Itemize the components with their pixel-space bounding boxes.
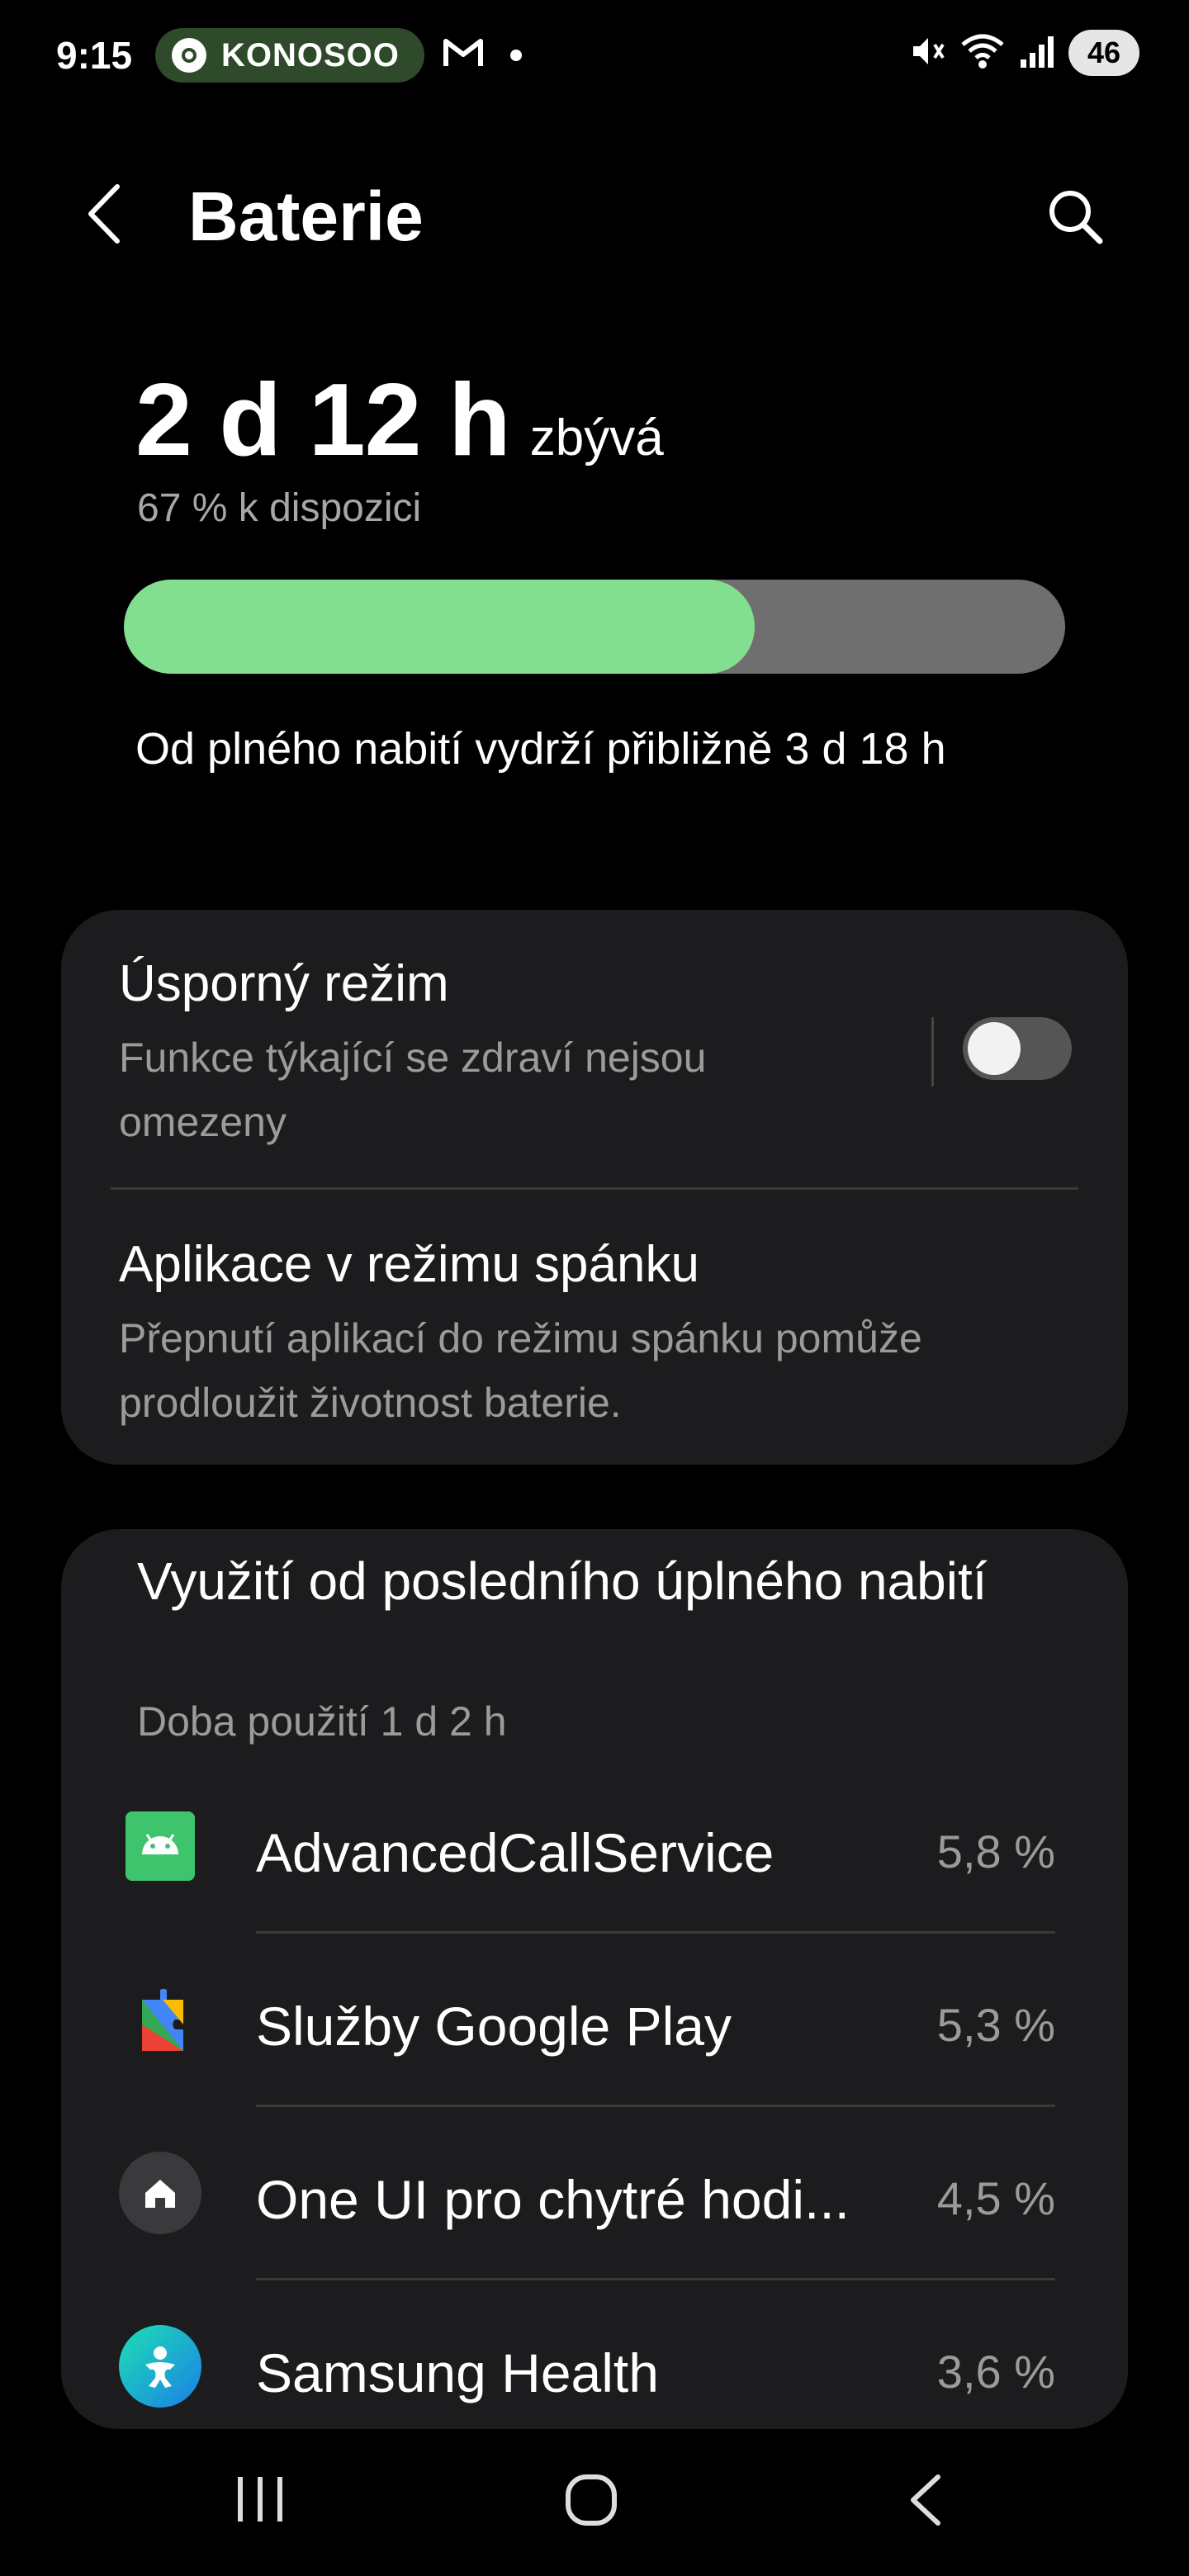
power-saving-toggle[interactable]	[963, 1017, 1072, 1080]
sleeping-apps-title: Aplikace v režimu spánku	[119, 1236, 699, 1293]
app-percent: 4,5 %	[936, 2172, 1055, 2224]
battery-level-bar	[124, 580, 1065, 674]
app-name: Samsung Health	[256, 2342, 659, 2403]
record-icon	[172, 38, 206, 73]
power-saving-title: Úsporný režim	[119, 955, 449, 1012]
recent-apps-button[interactable]	[234, 2475, 286, 2527]
back-button[interactable]	[86, 183, 122, 249]
app-name: Služby Google Play	[256, 1996, 732, 2057]
android-icon	[117, 1803, 203, 1889]
app-name: One UI pro chytré hodi...	[256, 2169, 850, 2230]
app-usage-row[interactable]: AdvancedCallService 5,8 %	[61, 1760, 1128, 1934]
usage-card[interactable]: Využití od posledního úplného nabití Dob…	[61, 1529, 1128, 2429]
nav-back-button[interactable]	[907, 2474, 943, 2531]
wifi-icon	[959, 31, 1006, 75]
app-usage-row[interactable]: Služby Google Play 5,3 %	[61, 1934, 1128, 2107]
app-usage-row[interactable]: One UI pro chytré hodi... 4,5 %	[61, 2107, 1128, 2280]
mute-vibrate-icon	[907, 31, 946, 75]
battery-level-bar-fill	[124, 580, 755, 674]
status-bar: 9:15 KONOSOO 46	[0, 0, 1189, 112]
app-percent: 5,8 %	[936, 1825, 1055, 1878]
app-percent: 3,6 %	[936, 2346, 1055, 2398]
home-icon	[117, 2150, 203, 2236]
gmail-icon	[443, 36, 484, 73]
status-time: 9:15	[56, 34, 133, 77]
power-settings-card: Úsporný režim Funkce týkající se zdraví …	[61, 910, 1128, 1465]
remaining-value: 2 d 12 h	[135, 363, 511, 477]
divider	[111, 1187, 1078, 1190]
full-charge-estimate: Od plného nabití vydrží přibližně 3 d 18…	[135, 724, 946, 774]
more-notifications-dot-icon	[510, 50, 522, 61]
app-name: AdvancedCallService	[256, 1822, 775, 1883]
usage-subtitle: Doba použití 1 d 2 h	[137, 1698, 507, 1745]
battery-available: 67 % k dispozici	[137, 486, 422, 530]
signal-icon	[1019, 31, 1055, 75]
toggle-knob	[968, 1022, 1021, 1075]
navigation-bar	[0, 2444, 1189, 2576]
search-icon[interactable]	[1045, 187, 1105, 250]
notification-pill[interactable]: KONOSOO	[155, 28, 424, 83]
power-saving-subtitle: Funkce týkající se zdraví nejsou omezeny	[119, 1035, 707, 1145]
samsung-health-icon	[117, 2323, 203, 2409]
remaining-label: zbývá	[529, 410, 664, 466]
sleeping-apps-subtitle: Přepnutí aplikací do režimu spánku pomůž…	[119, 1315, 922, 1426]
app-percent: 5,3 %	[936, 1999, 1055, 2051]
page-title: Baterie	[188, 178, 424, 255]
row-divider-vertical	[931, 1017, 934, 1087]
google-play-services-icon	[117, 1977, 203, 2062]
battery-level-badge: 46	[1068, 30, 1139, 76]
usage-title: Využití od posledního úplného nabití	[137, 1551, 988, 1611]
notification-pill-label: KONOSOO	[221, 36, 400, 73]
app-usage-row[interactable]: Samsung Health 3,6 %	[61, 2280, 1128, 2454]
battery-remaining: 2 d 12 h zbývá	[135, 362, 664, 479]
home-button[interactable]	[565, 2474, 618, 2531]
